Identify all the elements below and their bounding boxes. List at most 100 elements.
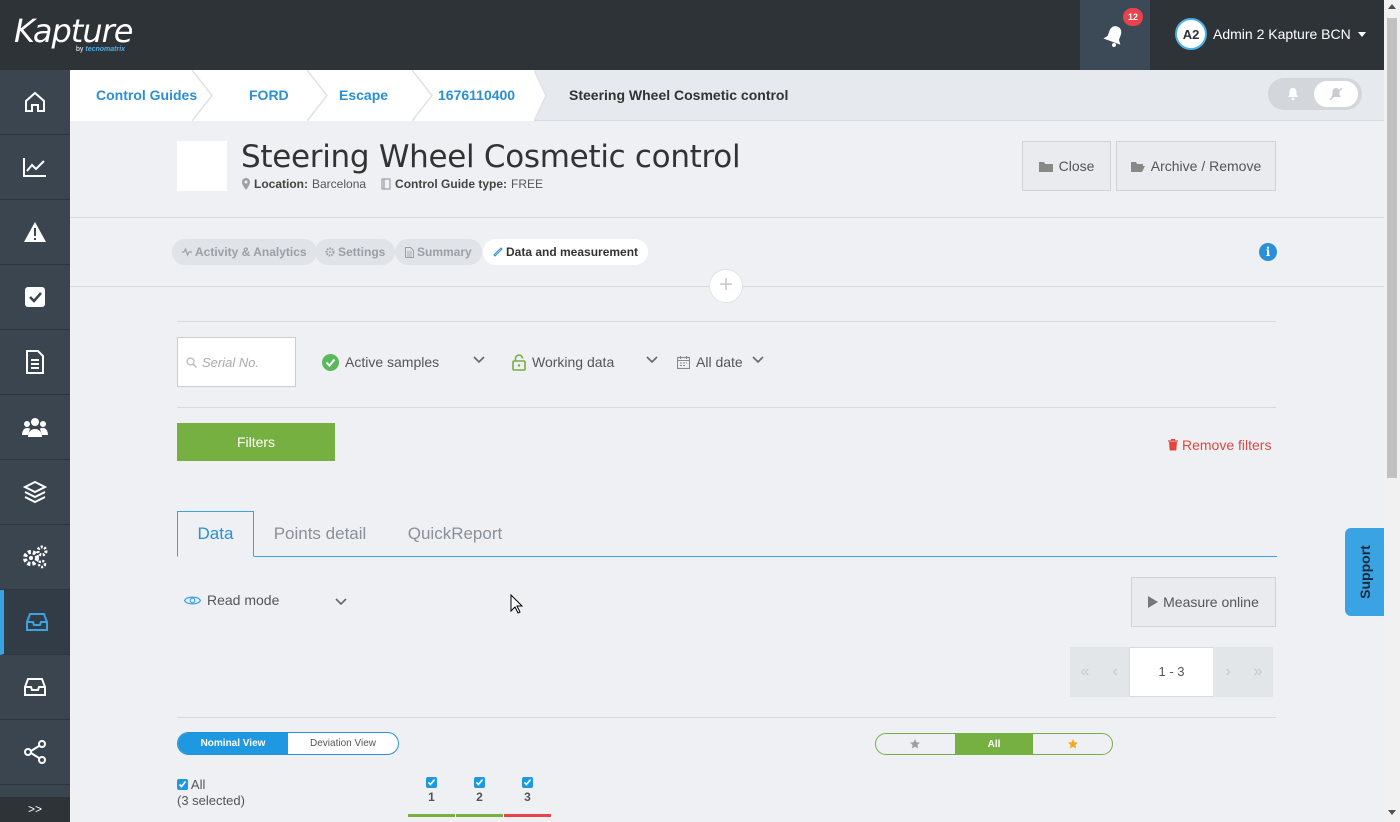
read-mode-select[interactable]: Read mode bbox=[184, 592, 279, 608]
eye-icon bbox=[184, 596, 201, 604]
breadcrumb-end-arrow bbox=[534, 70, 547, 121]
tab-quickreport[interactable]: QuickReport bbox=[394, 511, 516, 557]
checkbox-checked-icon bbox=[522, 777, 533, 788]
add-button[interactable]: + bbox=[709, 269, 743, 303]
starred-filter-button[interactable] bbox=[1033, 734, 1112, 754]
sample-column[interactable]: 3 bbox=[504, 776, 551, 817]
select-all-label: All bbox=[190, 777, 206, 792]
sidebar-expand-button[interactable]: >> bbox=[0, 797, 70, 822]
tab-activity-analytics[interactable]: Activity & Analytics bbox=[172, 239, 317, 265]
scroll-down-icon[interactable] bbox=[1388, 810, 1396, 815]
sample-column[interactable]: 1 bbox=[408, 776, 455, 817]
sidebar: >> bbox=[0, 70, 70, 822]
share-icon bbox=[24, 740, 46, 764]
breadcrumb-current: Steering Wheel Cosmetic control bbox=[569, 87, 789, 103]
remove-filters-link[interactable]: Remove filters bbox=[1168, 437, 1271, 453]
trash-icon bbox=[1168, 439, 1178, 451]
checkbox-checked-icon bbox=[426, 777, 437, 788]
unlock-icon bbox=[512, 353, 526, 371]
scroll-up-icon[interactable] bbox=[1388, 4, 1396, 9]
warning-icon bbox=[24, 222, 46, 242]
measure-online-button[interactable]: Measure online bbox=[1131, 577, 1276, 627]
sidebar-item-home[interactable] bbox=[0, 70, 70, 135]
mouse-cursor-icon bbox=[510, 594, 523, 614]
tab-settings[interactable]: Settings bbox=[315, 239, 396, 265]
home-icon bbox=[25, 91, 45, 112]
archive-remove-button[interactable]: Archive / Remove bbox=[1116, 141, 1276, 191]
play-icon bbox=[1148, 596, 1159, 608]
bell-off-icon bbox=[1329, 87, 1343, 101]
breadcrumb-serial[interactable]: 1676110400 bbox=[438, 70, 515, 121]
folder-open-icon bbox=[1130, 161, 1145, 172]
sample-status-bar bbox=[504, 814, 551, 817]
pager-next-button[interactable]: › bbox=[1213, 647, 1243, 697]
sidebar-item-share[interactable] bbox=[0, 720, 70, 785]
chart-line-icon bbox=[23, 158, 46, 177]
user-menu[interactable]: A2 Admin 2 Kapture BCN bbox=[1175, 18, 1366, 50]
chevron-down-icon bbox=[1357, 31, 1366, 37]
sample-column[interactable]: 2 bbox=[456, 776, 503, 817]
star-icon bbox=[910, 739, 921, 749]
sidebar-item-layers[interactable] bbox=[0, 460, 70, 525]
tab-data-measurement[interactable]: Data and measurement bbox=[483, 239, 649, 265]
chevron-down-icon[interactable] bbox=[646, 356, 658, 364]
close-button[interactable]: Close bbox=[1022, 141, 1111, 191]
sidebar-item-archive[interactable] bbox=[0, 655, 70, 720]
kapture-logo[interactable]: Kapture by tecnomatrix bbox=[14, 12, 133, 53]
bell-icon bbox=[1103, 26, 1122, 47]
filters-button[interactable]: Filters bbox=[177, 423, 335, 461]
calendar-icon bbox=[677, 355, 690, 369]
chevron-down-icon[interactable] bbox=[752, 356, 764, 364]
working-data-select[interactable]: Working data bbox=[512, 352, 614, 372]
support-button[interactable]: Support bbox=[1345, 528, 1384, 616]
checkbox-icon bbox=[25, 287, 45, 307]
divider bbox=[177, 407, 1276, 408]
sidebar-item-settings[interactable] bbox=[0, 525, 70, 590]
tab-points-detail[interactable]: Points detail bbox=[262, 511, 378, 557]
sidebar-item-alerts[interactable] bbox=[0, 200, 70, 265]
view-mode-toggle: Nominal View Deviation View bbox=[177, 732, 399, 755]
select-all-checkbox[interactable]: All (3 selected) bbox=[177, 777, 245, 809]
tab-summary[interactable]: Summary bbox=[395, 239, 482, 265]
checkbox-checked-icon bbox=[177, 779, 188, 790]
pager-first-button[interactable]: « bbox=[1070, 647, 1100, 697]
book-icon bbox=[381, 178, 391, 190]
control-guide-meta: Location: Barcelona Control Guide type: FR… bbox=[242, 177, 558, 191]
divider bbox=[70, 217, 1384, 218]
ruler-icon bbox=[493, 247, 503, 257]
breadcrumb-control-guides[interactable]: Control Guides bbox=[96, 70, 197, 121]
pager-prev-button[interactable]: ‹ bbox=[1100, 647, 1130, 697]
sidebar-item-tasks[interactable] bbox=[0, 265, 70, 330]
serial-number-input[interactable]: Serial No. bbox=[177, 337, 296, 387]
control-guide-image[interactable] bbox=[177, 141, 227, 191]
sidebar-item-inbox[interactable] bbox=[0, 590, 70, 655]
samples-select[interactable]: Active samples bbox=[322, 352, 439, 372]
tab-data[interactable]: Data bbox=[177, 511, 254, 557]
pager-last-button[interactable]: » bbox=[1243, 647, 1273, 697]
chevron-down-icon[interactable] bbox=[473, 356, 485, 364]
all-filter-button[interactable]: All bbox=[954, 734, 1034, 754]
map-pin-icon bbox=[242, 178, 250, 190]
info-icon[interactable]: i bbox=[1259, 243, 1277, 261]
notification-count-badge: 12 bbox=[1123, 8, 1143, 26]
chevron-down-icon[interactable] bbox=[335, 598, 347, 606]
layers-icon bbox=[23, 480, 47, 504]
breadcrumb: Control Guides FORD Escape 1676110400 St… bbox=[70, 70, 1384, 121]
date-select[interactable]: All date bbox=[677, 352, 743, 372]
scrollbar-thumb[interactable] bbox=[1387, 18, 1397, 478]
breadcrumb-ford[interactable]: FORD bbox=[249, 70, 289, 121]
divider bbox=[177, 321, 1276, 322]
notification-toggle[interactable] bbox=[1268, 78, 1362, 110]
nominal-view-button[interactable]: Nominal View bbox=[178, 733, 288, 754]
page-scrollbar[interactable] bbox=[1384, 0, 1400, 822]
sidebar-item-analytics[interactable] bbox=[0, 135, 70, 200]
breadcrumb-separator bbox=[307, 70, 328, 121]
sidebar-item-users[interactable] bbox=[0, 395, 70, 460]
folder-icon bbox=[1038, 161, 1053, 172]
deviation-view-button[interactable]: Deviation View bbox=[288, 733, 398, 754]
sample-number: 1 bbox=[428, 790, 435, 804]
sidebar-item-documents[interactable] bbox=[0, 330, 70, 395]
pager-range: 1 - 3 bbox=[1129, 647, 1214, 697]
breadcrumb-escape[interactable]: Escape bbox=[339, 70, 388, 121]
unstarred-filter-button[interactable] bbox=[876, 734, 955, 754]
